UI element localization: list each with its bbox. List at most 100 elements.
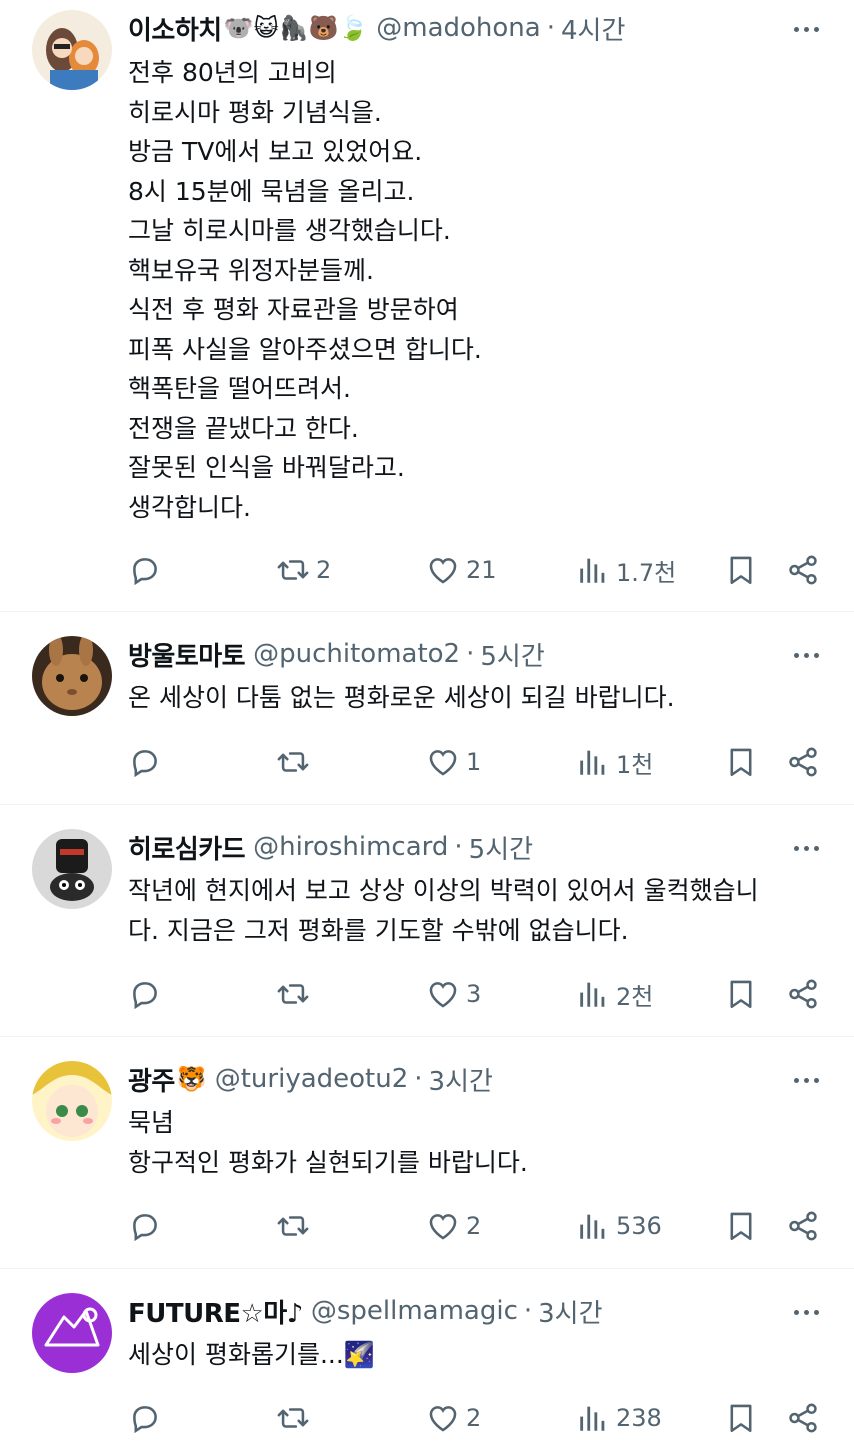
retweet-button[interactable] <box>276 742 316 782</box>
avatar[interactable] <box>32 829 112 909</box>
views-button[interactable]: 1.7천 <box>576 550 676 590</box>
post[interactable]: 히로심카드 @hiroshimcard · 5시간 작년에 현지에서 보고 상상… <box>0 805 854 1037</box>
more-options-button[interactable] <box>786 640 826 670</box>
avatar[interactable] <box>32 10 112 90</box>
separator: · <box>454 832 463 862</box>
name-emoji: 🐯 <box>176 1065 207 1093</box>
action-bar: 2 536 <box>128 1206 826 1246</box>
post-text: 세상이 평화롭기를...🌠 <box>128 1335 814 1375</box>
action-bar: 2 238 <box>128 1398 826 1438</box>
user-handle[interactable]: @hiroshimcard <box>253 832 448 862</box>
reply-icon <box>133 1406 157 1434</box>
timestamp[interactable]: 3시간 <box>429 1061 493 1098</box>
more-dot-icon <box>813 845 819 851</box>
like-button[interactable]: 2 <box>426 1206 481 1246</box>
bookmark-button[interactable] <box>724 550 758 590</box>
user-handle[interactable]: @madohona <box>376 13 540 43</box>
like-count: 21 <box>466 556 497 584</box>
share-icon <box>789 979 817 1009</box>
action-bar: 1 1천 <box>128 742 826 782</box>
post[interactable]: FUTURE☆마♪ @spellmamagic · 3시간 세상이 평화롭기를.… <box>0 1269 854 1442</box>
reply-button[interactable] <box>128 742 162 782</box>
post-text: 작년에 현지에서 보고 상상 이상의 박력이 있어서 울컥했습니 다. 지금은 … <box>128 871 814 950</box>
more-options-button[interactable] <box>786 1297 826 1327</box>
separator: · <box>523 1296 533 1326</box>
retweet-icon <box>277 984 309 1004</box>
like-button[interactable]: 2 <box>426 1398 481 1438</box>
retweet-button[interactable] <box>276 1398 316 1438</box>
user-handle[interactable]: @turiyadeotu2 <box>215 1064 409 1094</box>
retweet-icon <box>277 752 309 772</box>
reply-button[interactable] <box>128 1206 162 1246</box>
user-handle[interactable]: @spellmamagic <box>311 1296 518 1326</box>
views-button[interactable]: 536 <box>576 1206 662 1246</box>
timestamp[interactable]: 4시간 <box>561 10 625 47</box>
avatar[interactable] <box>32 636 112 716</box>
share-button[interactable] <box>786 742 820 782</box>
reply-button[interactable] <box>128 974 162 1014</box>
display-name[interactable]: FUTURE☆마♪ <box>128 1293 303 1330</box>
share-icon <box>789 1211 817 1241</box>
display-name[interactable]: 히로심카드 <box>128 829 246 866</box>
retweet-button[interactable]: 2 <box>276 550 331 590</box>
views-button[interactable]: 238 <box>576 1398 662 1438</box>
display-name[interactable]: 광주 <box>128 1061 175 1098</box>
bookmark-button[interactable] <box>724 1398 758 1438</box>
share-icon <box>789 747 817 777</box>
timestamp[interactable]: 3시간 <box>538 1293 602 1330</box>
display-name[interactable]: 이소하치 <box>128 10 222 47</box>
share-button[interactable] <box>786 550 820 590</box>
retweet-button[interactable] <box>276 974 316 1014</box>
bookmark-icon <box>730 1212 752 1241</box>
like-button[interactable]: 21 <box>426 550 497 590</box>
avatar[interactable] <box>32 1293 112 1373</box>
post-header: 방울토마토 @puchitomato2 · 5시간 <box>128 634 794 674</box>
post[interactable]: 광주 🐯 @turiyadeotu2 · 3시간 묵념 항구적인 평화가 실현되… <box>0 1037 854 1269</box>
share-button[interactable] <box>786 1206 820 1246</box>
like-button[interactable]: 1 <box>426 742 481 782</box>
more-options-button[interactable] <box>786 14 826 44</box>
post[interactable]: 이소하치 🐨😺🦍🐻🍃 @madohona · 4시간 전후 80년의 고비의 히… <box>0 0 854 612</box>
retweet-button[interactable] <box>276 1206 316 1246</box>
share-button[interactable] <box>786 974 820 1014</box>
more-dot-icon <box>803 26 809 32</box>
post[interactable]: 방울토마토 @puchitomato2 · 5시간 온 세상이 다툼 없는 평화… <box>0 612 854 805</box>
timestamp[interactable]: 5시간 <box>480 636 544 673</box>
text-line: 히로시마 평화 기념식을. <box>128 97 382 127</box>
text-line: 피폭 사실을 알아주셨으면 합니다. <box>128 334 482 364</box>
more-dot-icon <box>813 1077 819 1083</box>
more-options-button[interactable] <box>786 1065 826 1095</box>
views-button[interactable]: 2천 <box>576 974 653 1014</box>
reply-icon <box>133 558 157 586</box>
user-handle[interactable]: @puchitomato2 <box>253 639 460 669</box>
post-header: 광주 🐯 @turiyadeotu2 · 3시간 <box>128 1059 794 1099</box>
views-button[interactable]: 1천 <box>576 742 653 782</box>
more-dot-icon <box>803 1077 809 1083</box>
text-line: 생각합니다. <box>128 492 251 522</box>
views-icon <box>580 558 605 583</box>
text-line: 8시 15분에 묵념을 올리고. <box>128 176 415 206</box>
text-line: 잘못된 인식을 바꿔달라고. <box>128 453 405 482</box>
bookmark-button[interactable] <box>724 742 758 782</box>
text-line: 다. 지금은 그저 평화를 기도할 수밖에 없습니다. <box>128 915 629 945</box>
text-line: 그날 히로시마를 생각했습니다. <box>128 216 451 245</box>
reply-button[interactable] <box>128 550 162 590</box>
share-button[interactable] <box>786 1398 820 1438</box>
avatar[interactable] <box>32 1061 112 1141</box>
action-bar: 3 2천 <box>128 974 826 1014</box>
reply-icon <box>133 982 157 1010</box>
more-dot-icon <box>793 26 799 32</box>
text-line: 방금 TV에서 보고 있었어요. <box>128 137 423 166</box>
view-count: 1.7천 <box>616 558 677 587</box>
more-options-button[interactable] <box>786 833 826 863</box>
bookmark-button[interactable] <box>724 1206 758 1246</box>
display-name[interactable]: 방울토마토 <box>128 636 246 673</box>
timestamp[interactable]: 5시간 <box>469 829 533 866</box>
view-count: 536 <box>616 1212 662 1240</box>
text-line: 항구적인 평화가 실현되기를 바랍니다. <box>128 1147 528 1177</box>
like-button[interactable]: 3 <box>426 974 481 1014</box>
bookmark-icon <box>730 1404 752 1433</box>
bookmark-button[interactable] <box>724 974 758 1014</box>
reply-button[interactable] <box>128 1398 162 1438</box>
heart-icon <box>429 982 457 1008</box>
